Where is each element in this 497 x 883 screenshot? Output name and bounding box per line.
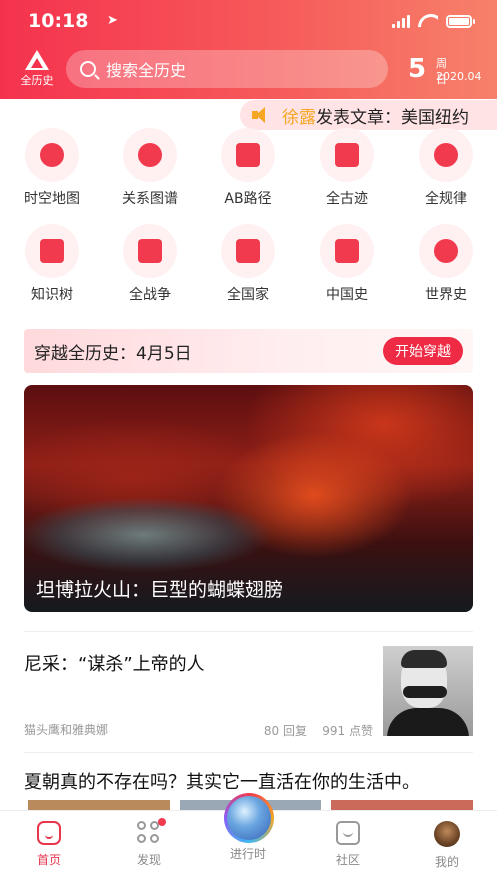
logo-text: 全历史	[20, 74, 54, 87]
like-count: 991 点赞	[322, 724, 373, 738]
notification-badge	[158, 818, 166, 826]
search-input[interactable]: 搜索全历史	[66, 50, 388, 88]
feature-map[interactable]: 时空地图	[2, 128, 102, 208]
tab-label: 发现	[136, 853, 161, 867]
network-icon	[123, 128, 177, 182]
feature-world-history[interactable]: 世界史	[396, 224, 496, 304]
feature-relations[interactable]: 关系图谱	[100, 128, 200, 208]
feature-label: 时空地图	[24, 191, 80, 207]
date-day: 5	[408, 54, 427, 84]
orbit-icon	[419, 128, 473, 182]
date-year-month: 2020.04	[436, 70, 482, 83]
speaker-icon	[252, 107, 272, 123]
feature-knowledge-tree[interactable]: 知识树	[2, 224, 102, 304]
time-travel-banner: 穿越全历史：4月5日 开始穿越	[24, 329, 473, 373]
feature-ab-path[interactable]: AB路径	[198, 128, 298, 208]
tab-label: 社区	[335, 853, 360, 867]
globe-button-icon[interactable]	[224, 793, 274, 843]
flag-icon	[221, 224, 275, 278]
pavilion-icon	[320, 224, 374, 278]
discover-icon	[137, 818, 166, 845]
search-icon	[80, 61, 96, 77]
feature-label: 世界史	[425, 287, 467, 303]
feature-sites[interactable]: 全古迹	[297, 128, 397, 208]
start-travel-button[interactable]: 开始穿越	[383, 337, 463, 365]
tab-community[interactable]: 社区	[318, 821, 378, 868]
tab-label: 首页	[36, 853, 61, 867]
tab-label: 我的	[434, 855, 459, 869]
feature-label: 全战争	[129, 287, 171, 303]
feature-label: 关系图谱	[122, 191, 178, 207]
tab-label: 进行时	[229, 847, 266, 861]
news-ticker[interactable]: 徐露 发表文章：美国纽约	[240, 100, 497, 130]
hero-caption: 坦博拉火山：巨型的蝴蝶翅膀	[36, 579, 284, 601]
ticker-author: 徐露	[282, 107, 316, 128]
location-arrow-icon: ➤	[107, 13, 118, 28]
feature-countries[interactable]: 全国家	[198, 224, 298, 304]
divider	[24, 631, 473, 632]
banner-text: 穿越全历史：4月5日	[34, 343, 192, 364]
feature-china-history[interactable]: 中国史	[297, 224, 397, 304]
hero-image	[24, 490, 324, 580]
status-right	[392, 14, 475, 28]
article-thumbnail	[383, 646, 473, 736]
featured-card[interactable]: 坦博拉火山：巨型的蝴蝶翅膀	[24, 385, 473, 612]
article-title-2[interactable]: 夏朝真的不存在吗？其实它一直活在你的生活中。	[24, 768, 420, 794]
article-card[interactable]: 尼采：“谋杀”上帝的人 猫头鹰和雅典娜 80 回复 991 点赞	[24, 646, 473, 738]
tab-home[interactable]: 首页	[19, 821, 79, 868]
article-title: 尼采：“谋杀”上帝的人	[24, 654, 205, 675]
list-icon	[25, 224, 79, 278]
home-icon	[37, 821, 61, 845]
feature-label: 知识树	[31, 287, 73, 303]
feature-laws[interactable]: 全规律	[396, 128, 496, 208]
app-logo[interactable]: 全历史	[14, 50, 60, 90]
map-pin-icon	[25, 128, 79, 182]
tab-discover[interactable]: 发现	[119, 818, 179, 868]
tab-me[interactable]: 我的	[417, 821, 477, 870]
tab-ongoing[interactable]: 进行时	[218, 845, 278, 862]
avatar-icon	[434, 821, 460, 847]
feature-label: 全规律	[425, 191, 467, 207]
article-stats: 80 回复 991 点赞	[264, 722, 373, 739]
status-bar: 10:18 ➤	[28, 10, 475, 34]
feature-label: 全古迹	[326, 191, 368, 207]
feature-label: AB路径	[224, 191, 272, 207]
article-author: 猫头鹰和雅典娜	[24, 723, 109, 737]
wifi-icon	[418, 14, 438, 28]
route-icon	[221, 128, 275, 182]
ticker-message: 发表文章：美国纽约	[316, 107, 469, 128]
feature-label: 全国家	[227, 287, 269, 303]
community-icon	[336, 821, 360, 845]
globe-icon	[419, 224, 473, 278]
swords-icon	[123, 224, 177, 278]
temple-icon	[320, 128, 374, 182]
feature-wars[interactable]: 全战争	[100, 224, 200, 304]
reply-count: 80 回复	[263, 724, 307, 738]
battery-icon	[446, 14, 475, 28]
feature-label: 中国史	[326, 287, 368, 303]
top-header: 10:18 ➤ 全历史 搜索全历史 5 周日 2020.04	[0, 0, 497, 99]
status-time: 10:18	[28, 10, 89, 32]
signal-icon	[392, 14, 410, 28]
search-placeholder: 搜索全历史	[106, 61, 187, 80]
divider	[24, 752, 473, 753]
logo-icon	[25, 50, 49, 70]
